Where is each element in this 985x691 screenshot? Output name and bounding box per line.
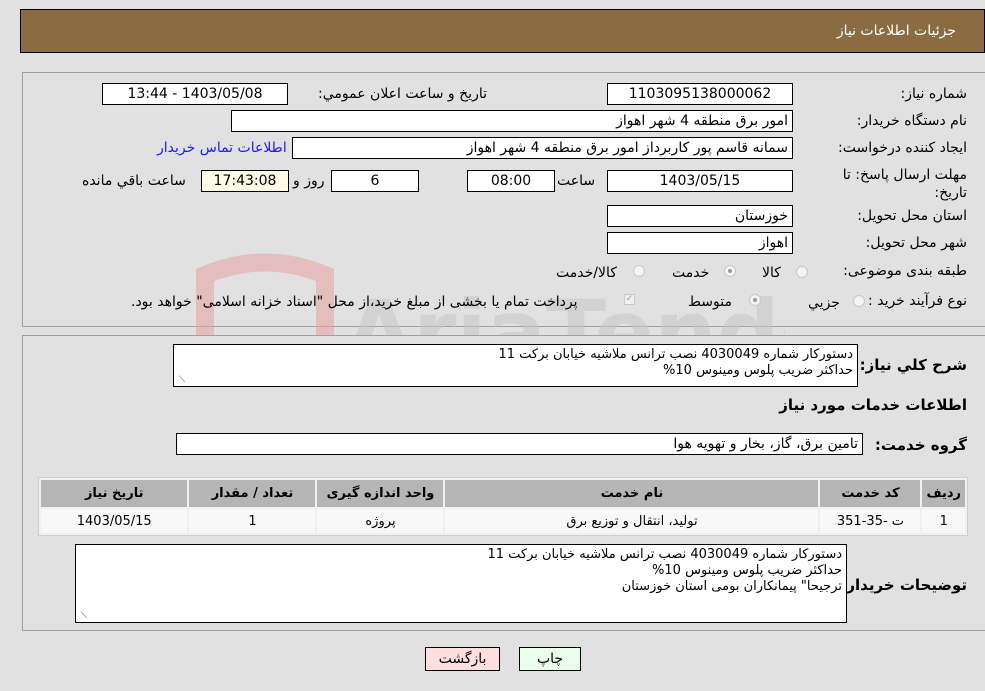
buyer-notes-label: توضیحات خریدار:	[840, 576, 967, 594]
province-field: خوزستان	[607, 205, 793, 227]
page-header: جزئیات اطلاعات نیاز	[20, 9, 985, 53]
treasury-checkbox[interactable]: ✓	[624, 294, 635, 305]
resize-grip-icon[interactable]: ⟋	[77, 612, 87, 621]
buyer-notes-textarea[interactable]: دستورکار شماره 4030049 نصب ترانس ملاشیه …	[75, 544, 847, 623]
table-header-row: ردیف کد خدمت نام خدمت واحد اندازه گیری ت…	[41, 480, 965, 507]
purchase-radio-minor[interactable]	[853, 295, 865, 307]
deadline-label: مهلت ارسال پاسخ: تا تاریخ:	[842, 167, 967, 201]
description-textarea[interactable]: دستورکار شماره 4030049 نصب ترانس ملاشیه …	[173, 344, 858, 387]
service-group-field: تامین برق، گاز، بخار و تهویه هوا	[176, 433, 863, 455]
buyer-contact-link[interactable]: اطلاعات تماس خریدار	[157, 140, 287, 156]
deadline-time-label: ساعت	[557, 173, 596, 189]
services-table: ردیف کد خدمت نام خدمت واحد اندازه گیری ت…	[38, 477, 968, 536]
resize-grip-icon[interactable]: ⟋	[175, 376, 185, 385]
category-radio-goods-service[interactable]	[633, 265, 645, 277]
print-button[interactable]: چاپ	[519, 647, 581, 671]
cell-need-date: 1403/05/15	[41, 509, 188, 533]
category-option-service: خدمت	[672, 265, 710, 281]
category-option-goods: کالا	[762, 265, 781, 281]
col-service-code: کد خدمت	[820, 480, 921, 507]
cell-unit: پروژه	[317, 509, 444, 533]
category-radio-goods[interactable]	[796, 266, 808, 278]
buyer-org-label: نام دستگاه خریدار:	[856, 113, 967, 129]
col-need-date: تاریخ نیاز	[41, 480, 188, 507]
city-label: شهر محل تحویل:	[865, 235, 967, 251]
requester-label: ایجاد کننده درخواست:	[838, 140, 967, 156]
table-row: 1 ت -35-351 تولید، انتقال و توزیع برق پر…	[41, 509, 965, 533]
description-label: شرح کلي نياز:	[859, 356, 967, 374]
cell-row-number: 1	[922, 509, 965, 533]
category-option-goods-service: کالا/خدمت	[556, 265, 617, 281]
col-quantity: تعداد / مقدار	[189, 480, 316, 507]
need-number-label: شماره نیاز:	[900, 86, 968, 102]
cell-quantity: 1	[189, 509, 316, 533]
province-label: استان محل تحویل:	[857, 208, 967, 224]
days-label: روز و	[293, 173, 325, 189]
announce-datetime-field: 1403/05/08 - 13:44	[102, 83, 288, 105]
col-service-name: نام خدمت	[445, 480, 819, 507]
purchase-radio-medium[interactable]	[749, 294, 761, 306]
time-remaining-field: 17:43:08	[201, 170, 289, 192]
time-remaining-label: ساعت باقي مانده	[82, 173, 186, 189]
city-field: اهواز	[607, 232, 793, 254]
category-label: طبقه بندی موضوعی:	[843, 263, 967, 279]
cell-service-name: تولید، انتقال و توزیع برق	[445, 509, 819, 533]
category-radio-service[interactable]	[724, 265, 736, 277]
deadline-time-field: 08:00	[467, 170, 555, 192]
need-number-field: 1103095138000062	[607, 83, 793, 105]
requester-field: سمانه قاسم پور کاربرداز امور برق منطقه 4…	[292, 137, 793, 159]
purchase-option-medium: متوسط	[688, 294, 732, 310]
treasury-note: پرداخت تمام یا بخشی از مبلغ خرید،از محل …	[131, 294, 578, 310]
purchase-option-minor: جزيي	[808, 295, 840, 311]
col-unit: واحد اندازه گیری	[317, 480, 444, 507]
announce-datetime-label: تاریخ و ساعت اعلان عمومي:	[318, 86, 487, 102]
deadline-date-field: 1403/05/15	[607, 170, 793, 192]
days-remaining-field: 6	[331, 170, 419, 192]
back-button[interactable]: بازگشت	[425, 647, 500, 671]
purchase-type-label: نوع فرآیند خرید :	[868, 293, 967, 309]
buyer-org-field: امور برق منطقه 4 شهر اهواز	[231, 110, 793, 132]
services-section-title: اطلاعات خدمات مورد نیاز	[779, 396, 967, 414]
service-group-label: گروه خدمت:	[874, 436, 967, 454]
page-title: جزئیات اطلاعات نیاز	[836, 23, 956, 39]
col-row-number: ردیف	[922, 480, 965, 507]
cell-service-code: ت -35-351	[820, 509, 921, 533]
